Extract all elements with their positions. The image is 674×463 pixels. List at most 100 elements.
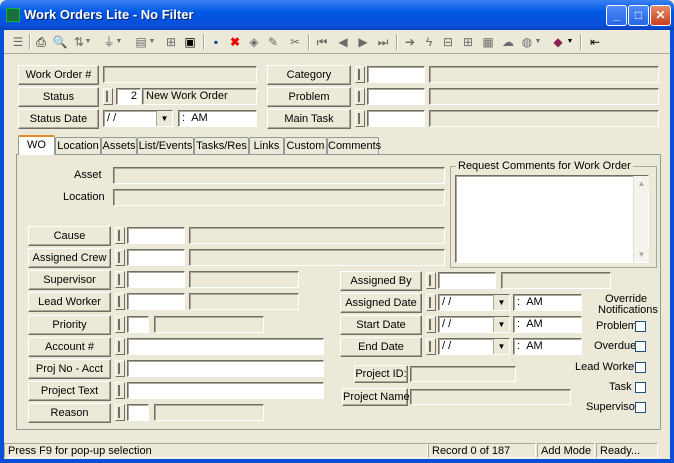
tab-wo[interactable]: WO [18, 135, 55, 155]
status-date-combo[interactable]: / / ▼ [103, 110, 173, 127]
exit-icon[interactable]: ⇤ [586, 33, 604, 51]
project-text-field[interactable] [127, 382, 324, 399]
assigned-date-combo[interactable]: / / ▼ [438, 294, 510, 311]
cut-icon[interactable]: ✂ [286, 33, 304, 51]
last-record-icon[interactable]: ⏭ [374, 33, 392, 51]
tab-location[interactable]: Location [55, 137, 101, 154]
category-code-field[interactable] [367, 66, 425, 83]
assigned-crew-button[interactable]: Assigned Crew [28, 248, 111, 268]
tab-comments[interactable]: Comments [327, 137, 381, 154]
main-task-button[interactable]: Main Task [267, 109, 351, 129]
tab-tasks-res[interactable]: Tasks/Res [194, 137, 249, 154]
status-time-field[interactable]: : AM [178, 110, 257, 127]
end-date-button[interactable]: End Date [340, 337, 422, 357]
close-button[interactable]: ✕ [650, 5, 671, 26]
proj-no-acct-field[interactable] [127, 360, 324, 377]
scroll-down-icon[interactable]: ▼ [634, 247, 649, 262]
assigned-by-code-field[interactable] [438, 272, 496, 289]
supervisor-button[interactable]: Supervisor [28, 270, 111, 290]
project-text-button[interactable]: Project Text [28, 381, 111, 401]
request-comments-textarea[interactable] [455, 175, 649, 263]
main-task-code-field[interactable] [367, 110, 425, 127]
tab-custom[interactable]: Custom [284, 137, 327, 154]
cloud-icon[interactable]: ☁ [499, 33, 517, 51]
status-code-field[interactable]: 2 [116, 88, 141, 105]
account-button[interactable]: Account # [28, 337, 111, 357]
end-time-field[interactable]: : AM [513, 338, 582, 355]
form-dropdown-icon[interactable]: ▼ [148, 33, 156, 51]
print-icon[interactable]: ⎙ [32, 33, 50, 51]
start-date-indicator [426, 316, 436, 333]
override-overdue-checkbox[interactable] [635, 341, 646, 352]
goto-icon[interactable]: ➔ [401, 33, 419, 51]
preview-icon[interactable]: 🔍 [51, 33, 69, 51]
start-date-combo[interactable]: / / ▼ [438, 316, 510, 333]
status-date-button[interactable]: Status Date [18, 109, 99, 129]
location-field[interactable] [113, 189, 445, 206]
chevron-down-icon[interactable]: ▼ [493, 317, 509, 332]
cause-button[interactable]: Cause [28, 226, 111, 246]
query-icon[interactable]: ⊞ [162, 33, 180, 51]
assigned-time-separator: : [517, 296, 521, 308]
delete-icon[interactable]: ✖ [226, 33, 244, 51]
minimize-button[interactable]: _ [606, 5, 627, 26]
priority-code-field[interactable] [127, 316, 149, 333]
end-date-combo[interactable]: / / ▼ [438, 338, 510, 355]
assigned-time-field[interactable]: : AM [513, 294, 582, 311]
lead-worker-button[interactable]: Lead Worker [28, 292, 111, 312]
account-field[interactable] [127, 338, 324, 355]
filter-dropdown-icon[interactable]: ▼ [115, 33, 123, 51]
stamp-icon[interactable]: ◈ [245, 33, 263, 51]
chevron-down-icon[interactable]: ▼ [493, 295, 509, 310]
priority-button[interactable]: Priority [28, 315, 111, 335]
status-button[interactable]: Status [18, 87, 99, 107]
chevron-down-icon[interactable]: ▼ [156, 111, 172, 126]
project-id-button[interactable]: Project ID: [354, 365, 408, 383]
globe-dropdown-icon[interactable]: ▼ [534, 33, 542, 51]
list-icon[interactable]: ☰ [9, 33, 27, 51]
project-name-button[interactable]: Project Name: [342, 388, 413, 406]
book-dropdown-icon[interactable]: ▼ [566, 33, 574, 51]
chevron-down-icon[interactable]: ▼ [493, 339, 509, 354]
lead-worker-code-field[interactable] [127, 293, 185, 310]
end-date-indicator [426, 338, 436, 355]
override-problem-checkbox[interactable] [635, 321, 646, 332]
category-button[interactable]: Category [267, 65, 351, 85]
assigned-date-button[interactable]: Assigned Date [340, 293, 422, 313]
assigned-by-button[interactable]: Assigned By [340, 271, 422, 291]
override-task-checkbox[interactable] [635, 382, 646, 393]
assigned-crew-code-field[interactable] [127, 249, 185, 266]
table-icon[interactable]: ▦ [479, 33, 497, 51]
sort-dropdown-icon[interactable]: ▼ [84, 33, 92, 51]
reason-code-field[interactable] [127, 404, 149, 421]
tree2-icon[interactable]: ⊞ [459, 33, 477, 51]
override-lead-worker-checkbox[interactable] [635, 362, 646, 373]
work-order-button[interactable]: Work Order # [18, 65, 99, 85]
tab-assets[interactable]: Assets [101, 137, 137, 154]
next-record-icon[interactable]: ▶ [354, 33, 372, 51]
flash-icon[interactable]: ϟ [420, 33, 438, 51]
asset-field[interactable] [113, 167, 445, 184]
tab-list-events[interactable]: List/Events [137, 137, 194, 154]
problem-button[interactable]: Problem [267, 87, 351, 107]
start-time-field[interactable]: : AM [513, 316, 582, 333]
problem-code-field[interactable] [367, 88, 425, 105]
tree-icon[interactable]: ⊟ [439, 33, 457, 51]
edit-icon[interactable]: ✎ [264, 33, 282, 51]
override-supervisor-checkbox[interactable] [635, 402, 646, 413]
tab-links[interactable]: Links [249, 137, 284, 154]
proj-no-acct-button[interactable]: Proj No - Acct [28, 359, 111, 379]
comments-scrollbar[interactable]: ▲ ▼ [633, 176, 649, 262]
book-icon[interactable]: ◆ [549, 33, 567, 51]
first-record-icon[interactable]: ⏮ [313, 33, 331, 51]
start-date-button[interactable]: Start Date [340, 315, 422, 335]
reason-button[interactable]: Reason [28, 403, 111, 423]
scroll-up-icon[interactable]: ▲ [634, 176, 649, 191]
work-order-field[interactable] [103, 66, 257, 83]
maximize-button[interactable]: □ [628, 5, 649, 26]
export-icon[interactable]: ▣ [181, 33, 199, 51]
save-icon[interactable]: ▪ [207, 33, 225, 51]
supervisor-code-field[interactable] [127, 271, 185, 288]
cause-code-field[interactable] [127, 227, 185, 244]
prev-record-icon[interactable]: ◀ [334, 33, 352, 51]
